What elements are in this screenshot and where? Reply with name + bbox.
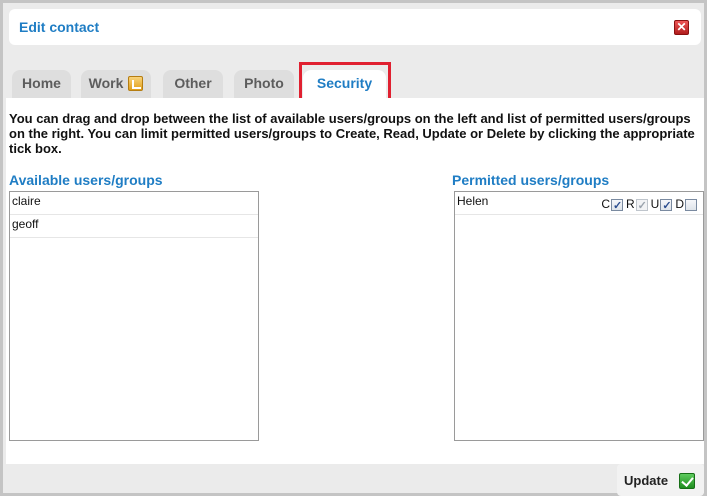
tab-security[interactable]: Security xyxy=(303,70,386,98)
list-item[interactable]: claire xyxy=(10,192,258,215)
update-checkbox[interactable] xyxy=(660,197,673,216)
edit-contact-dialog: Edit contact ✕ Home Work Other Photo Sec… xyxy=(0,0,707,496)
permitted-user-name: Helen xyxy=(457,194,489,208)
perm-label-read: R xyxy=(625,197,635,211)
update-button-label: Update xyxy=(624,473,669,488)
tab-photo[interactable]: Photo xyxy=(234,70,294,98)
list-item[interactable]: Helen C R U D xyxy=(455,192,703,216)
delete-checkbox[interactable] xyxy=(685,198,697,211)
tab-other-label: Other xyxy=(174,75,212,91)
update-button[interactable]: Update xyxy=(617,464,704,496)
create-checkbox[interactable] xyxy=(610,197,623,216)
permission-checkboxes: C R U D xyxy=(598,195,697,216)
list-item[interactable]: geoff xyxy=(10,215,258,238)
tab-security-label: Security xyxy=(316,75,373,91)
available-heading: Available users/groups xyxy=(9,172,163,188)
tab-home-label: Home xyxy=(22,75,61,91)
read-checkbox[interactable] xyxy=(635,197,648,216)
tab-work[interactable]: Work xyxy=(81,70,151,98)
permitted-heading: Permitted users/groups xyxy=(452,172,610,188)
tab-other[interactable]: Other xyxy=(163,70,223,98)
security-intro-text: You can drag and drop between the list o… xyxy=(9,111,695,156)
checkmark-icon xyxy=(679,473,695,489)
perm-label-update: U xyxy=(650,197,660,211)
tab-photo-label: Photo xyxy=(244,75,284,91)
tab-work-label: Work xyxy=(88,75,124,91)
permitted-list[interactable]: Helen C R U D xyxy=(454,191,704,441)
edit-badge-icon xyxy=(128,76,144,91)
perm-label-create: C xyxy=(601,197,610,211)
available-user-name: geoff xyxy=(12,217,39,231)
dialog-titlebar: Edit contact ✕ xyxy=(9,9,701,45)
tab-home[interactable]: Home xyxy=(12,70,71,98)
available-user-name: claire xyxy=(12,194,41,208)
security-panel: You can drag and drop between the list o… xyxy=(6,98,704,464)
perm-label-delete: D xyxy=(675,197,684,211)
close-icon[interactable]: ✕ xyxy=(674,20,689,35)
dialog-title: Edit contact xyxy=(19,19,100,35)
available-list[interactable]: claire geoff xyxy=(9,191,259,441)
